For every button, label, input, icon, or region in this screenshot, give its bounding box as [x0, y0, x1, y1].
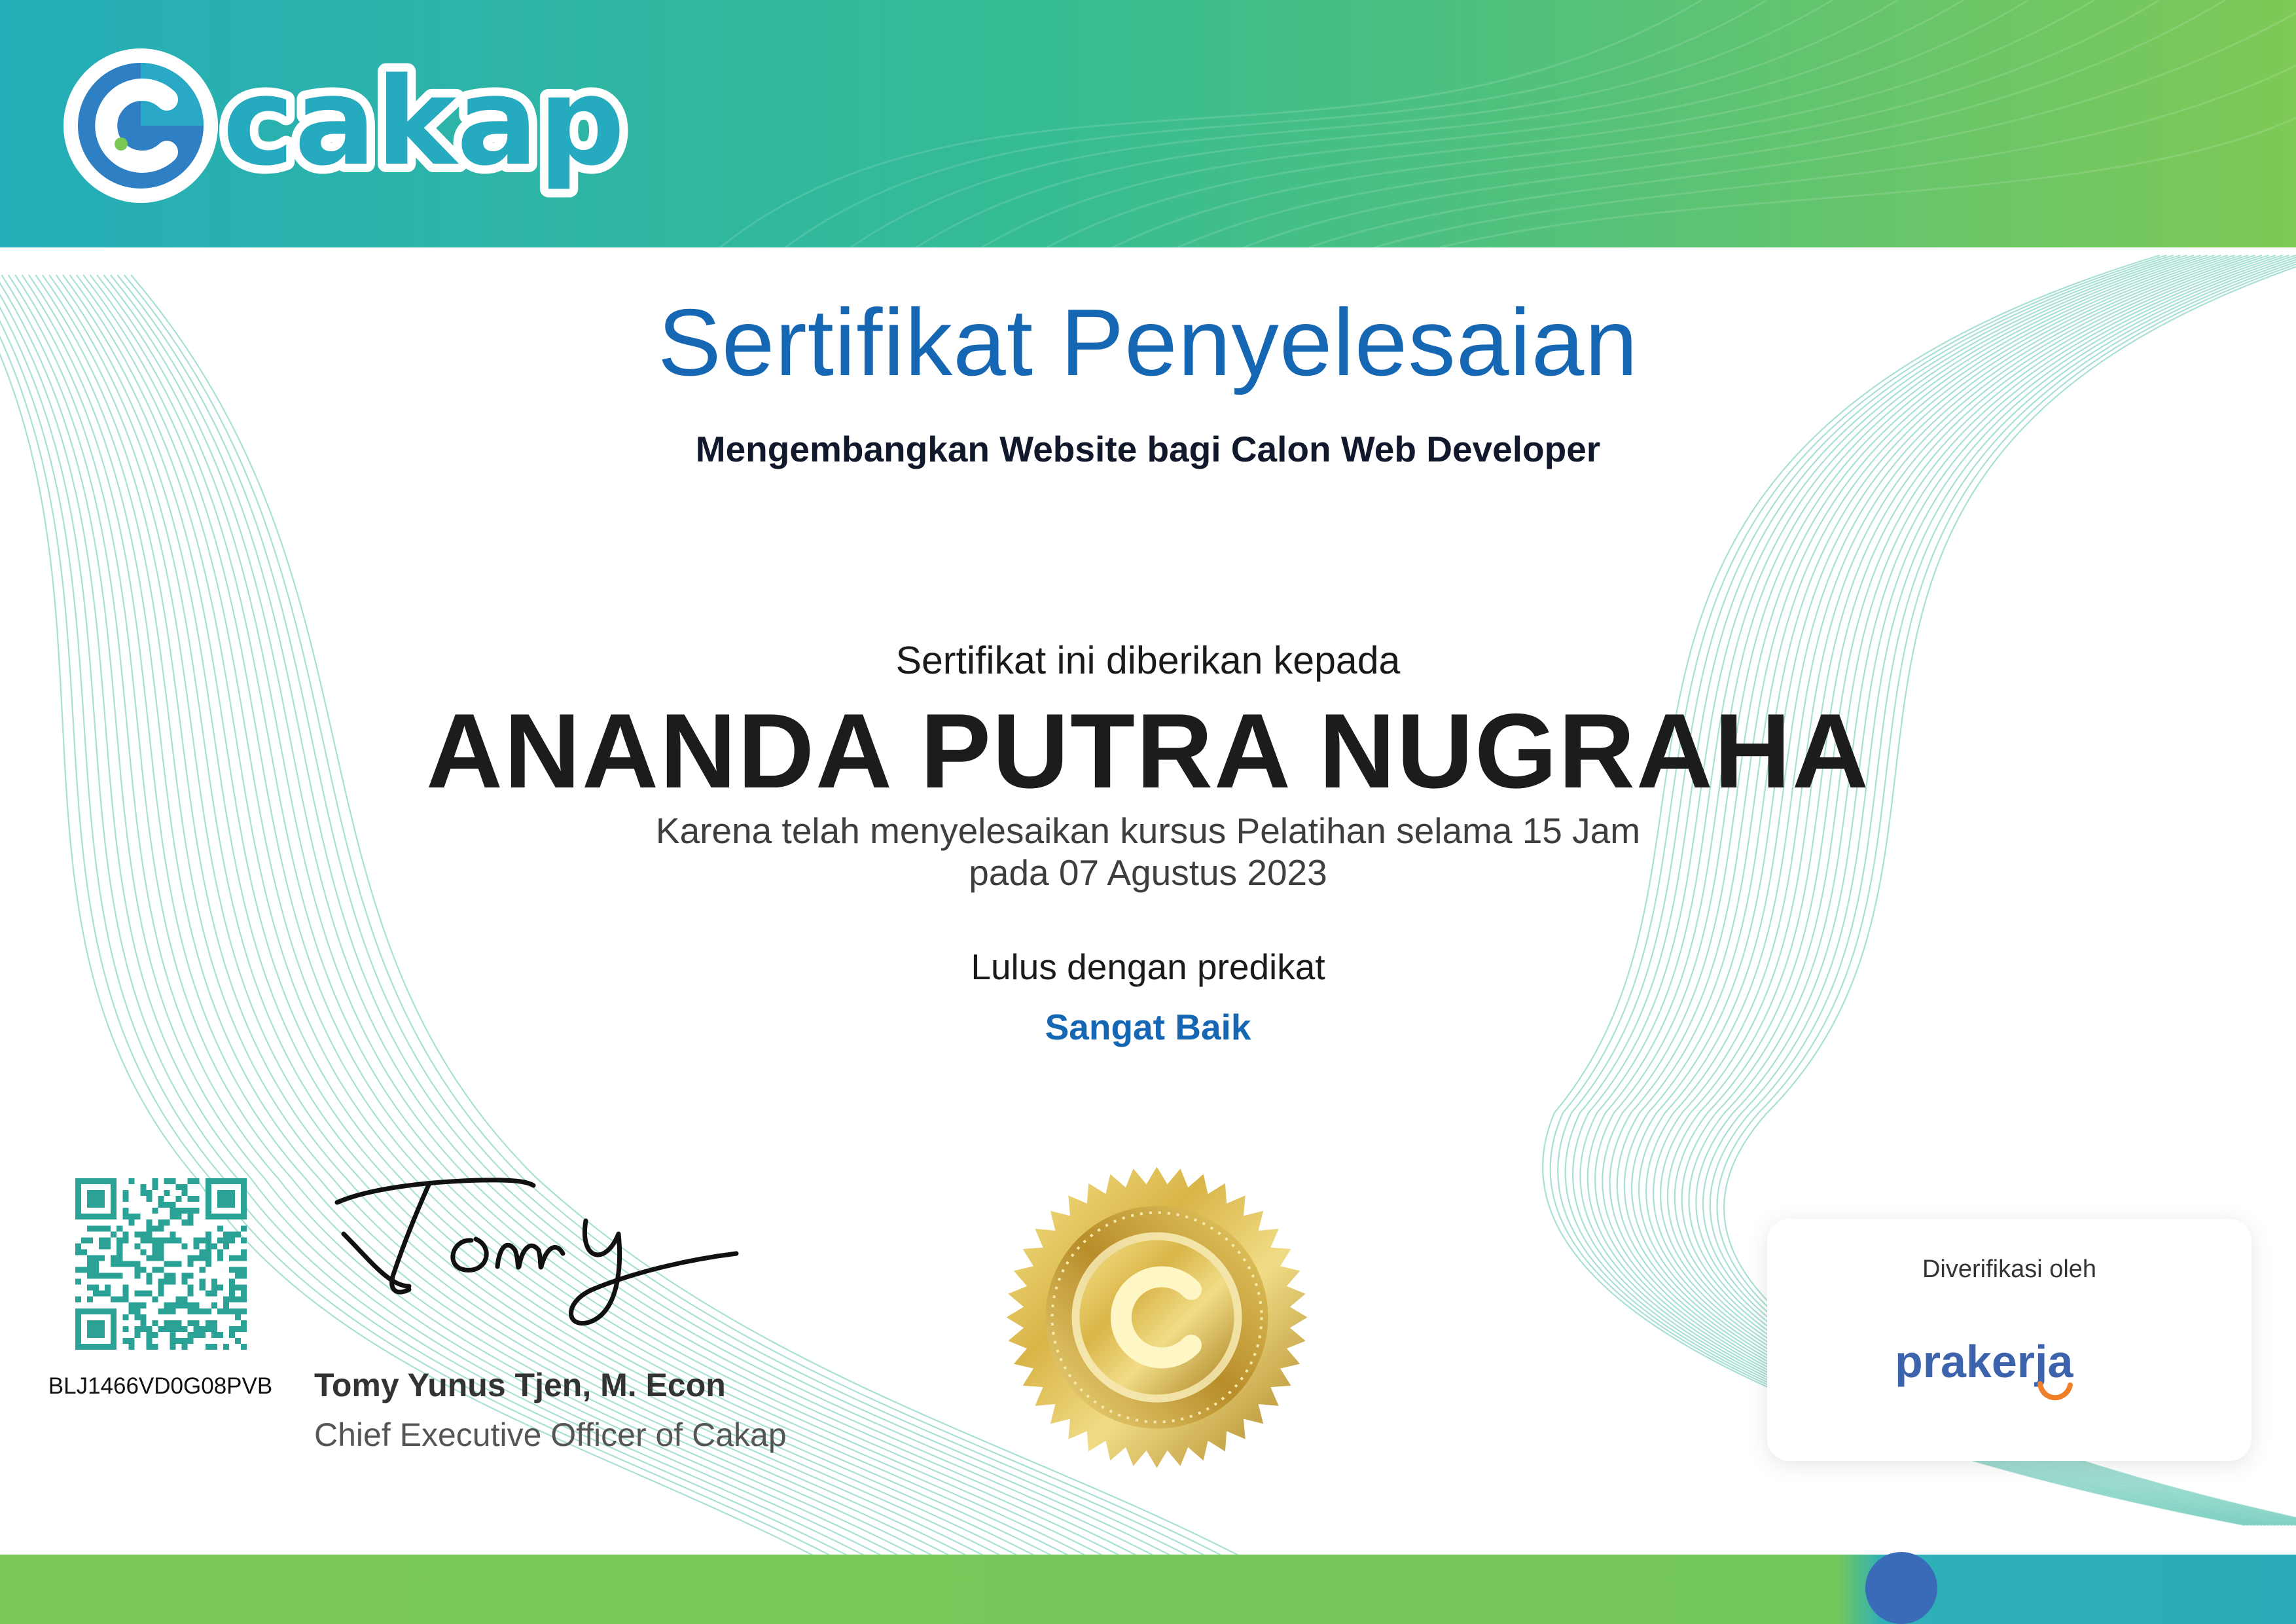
verified-by-label: Diverifikasi oleh — [1922, 1255, 2097, 1283]
pass-label: Lulus dengan predikat — [971, 947, 1325, 987]
cakap-logo: cakap cakap — [63, 46, 634, 203]
footer-band — [0, 1555, 2296, 1624]
certificate-title: Sertifikat Penyelesaian — [658, 289, 1638, 395]
course-name: Mengembangkan Website bagi Calon Web Dev… — [695, 429, 1601, 469]
completion-date: pada 07 Agustus 2023 — [969, 852, 1327, 893]
signer-name: Tomy Yunus Tjen, M. Econ — [314, 1367, 726, 1403]
completion-reason: Karena telah menyelesaikan kursus Pelati… — [655, 810, 1641, 851]
recipient-name: ANANDA PUTRA NUGRAHA — [426, 692, 1870, 810]
verification-card: Diverifikasi oleh prakerja — [1767, 1219, 2251, 1461]
signer-role: Chief Executive Officer of Cakap — [314, 1416, 787, 1453]
signature — [334, 1178, 739, 1326]
footer-dot — [1865, 1552, 1937, 1624]
qr-code-icon[interactable] — [75, 1178, 247, 1350]
certificate-page: cakap cakap Sertifikat Penyelesaian Meng… — [0, 0, 2296, 1624]
grade: Sangat Baik — [1045, 1007, 1251, 1047]
svg-text:cakap: cakap — [223, 51, 625, 192]
given-to-label: Sertifikat ini diberikan kepada — [895, 639, 1401, 682]
svg-text:prakerja: prakerja — [1895, 1337, 2073, 1387]
gold-seal-icon — [1006, 1166, 1308, 1468]
certificate-id: BLJ1466VD0G08PVB — [48, 1373, 273, 1399]
prakerja-logo[interactable]: prakerja — [1895, 1337, 2124, 1409]
